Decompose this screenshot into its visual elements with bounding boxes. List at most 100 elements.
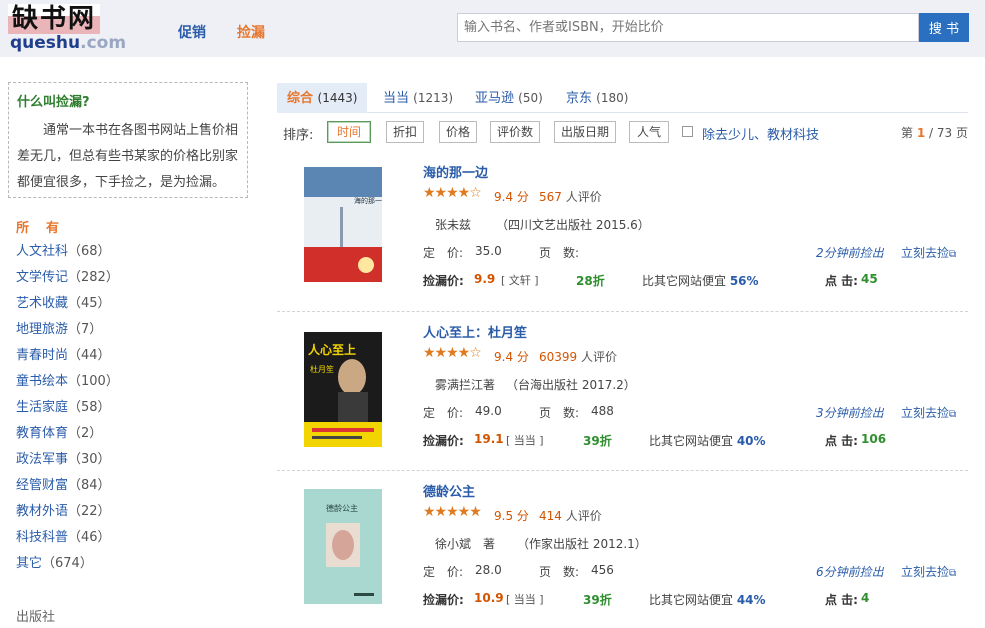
category-item[interactable]: 科技科普（46）: [16, 526, 119, 552]
go-buy-label: 立刻去捡: [901, 246, 950, 260]
tab-count: (180): [596, 91, 629, 105]
search-input[interactable]: [457, 13, 919, 42]
external-link-icon: ⧉: [949, 409, 957, 420]
rating-stars-icon: ★★★★☆: [423, 185, 482, 201]
bargain-price-label: 捡漏价:: [423, 593, 464, 607]
tab-count: (50): [518, 91, 543, 105]
clicks-label: 点 击:: [825, 434, 858, 448]
sort-pubdate-button[interactable]: 出版日期: [554, 121, 616, 143]
nav-bargains[interactable]: 捡漏: [237, 22, 265, 42]
book-cover[interactable]: 海的那一边: [304, 167, 382, 282]
list-price: 35.0: [475, 244, 502, 258]
discount: 39折: [583, 434, 612, 448]
category-count: （58）: [68, 400, 111, 415]
book-cover[interactable]: 人心至上 杜月笙: [304, 332, 382, 447]
click-count: 106: [861, 432, 887, 446]
tab-amazon[interactable]: 亚马逊 (50): [465, 83, 553, 113]
cheaper-than-others: 比其它网站便宜 44%: [649, 591, 766, 608]
review-count[interactable]: 60399 人评价: [539, 348, 617, 365]
external-link-icon: ⧉: [949, 568, 957, 579]
tab-jd[interactable]: 京东 (180): [556, 83, 638, 113]
discount: 39折: [583, 593, 612, 607]
tab-dangdang[interactable]: 当当 (1213): [373, 83, 463, 113]
review-count[interactable]: 414 人评价: [539, 507, 602, 524]
category-count: （30）: [68, 452, 111, 467]
search-button[interactable]: 搜 书: [919, 13, 969, 42]
sort-reviews-button[interactable]: 评价数: [490, 121, 540, 143]
book-item: 人心至上 杜月笙 人心至上：杜月笙 ★★★★☆ 9.4 分 60399 人评价 …: [277, 311, 968, 469]
book-publisher: （作家出版社 2012.1）: [517, 537, 647, 551]
category-name: 教育体育: [16, 426, 69, 441]
tab-label: 当当: [383, 91, 410, 106]
review-suffix: 人评价: [561, 509, 602, 523]
book-author: 徐小斌 著: [435, 537, 496, 551]
cover-title-text: 人心至上: [308, 342, 356, 357]
category-item[interactable]: 艺术收藏（45）: [16, 292, 119, 318]
category-name: 地理旅游: [16, 322, 69, 337]
exclude-kids-label[interactable]: 除去少儿、教材科技: [702, 124, 819, 143]
store-name: [ 当当 ]: [506, 434, 544, 447]
review-suffix: 人评价: [577, 350, 618, 364]
review-num: 414: [539, 509, 562, 523]
category-item[interactable]: 文学传记（282）: [16, 266, 119, 292]
clicks-label: 点 击:: [825, 593, 858, 607]
category-name: 政法军事: [16, 452, 69, 467]
category-count: （44）: [68, 348, 111, 363]
tab-all[interactable]: 综合 (1443): [277, 83, 368, 113]
cheaper-than-others: 比其它网站便宜 56%: [642, 272, 759, 289]
site-logo[interactable]: 缺书网 queshu.com: [8, 4, 133, 54]
page-count: 456: [591, 563, 614, 577]
exclude-kids-checkbox[interactable]: [682, 126, 693, 137]
sort-bar: 排序: 时间 折扣 价格 评价数 出版日期 人气 除去少儿、教材科技 第 1 /…: [277, 120, 968, 146]
book-author: 雾满拦江著: [435, 378, 496, 392]
category-count: （45）: [68, 296, 111, 311]
category-item[interactable]: 经管财富（84）: [16, 474, 119, 500]
click-count: 45: [861, 272, 878, 286]
pages-label: 页 数:: [539, 406, 580, 420]
category-item[interactable]: 青春时尚（44）: [16, 344, 119, 370]
info-title: 什么叫捡漏?: [17, 95, 90, 110]
logo-chinese: 缺书网: [8, 4, 101, 34]
book-title-link[interactable]: 人心至上：杜月笙: [423, 322, 527, 341]
book-title-link[interactable]: 海的那一边: [423, 162, 488, 181]
category-item[interactable]: 教育体育（2）: [16, 422, 119, 448]
category-item[interactable]: 教材外语（22）: [16, 500, 119, 526]
category-name: 经管财富: [16, 478, 69, 493]
category-count: （7）: [68, 322, 103, 337]
review-count[interactable]: 567 人评价: [539, 188, 602, 205]
cover-art: 海的那一边: [304, 167, 382, 282]
category-all[interactable]: 所 有: [16, 217, 61, 236]
category-item[interactable]: 人文社科（68）: [16, 240, 119, 266]
bargain-price-label: 捡漏价:: [423, 434, 464, 448]
go-buy-label: 立刻去捡: [901, 565, 950, 579]
review-suffix: 人评价: [561, 190, 602, 204]
category-item[interactable]: 生活家庭（58）: [16, 396, 119, 422]
category-name: 童书绘本: [16, 374, 69, 389]
go-buy-link[interactable]: 立刻去捡⧉: [901, 404, 956, 421]
bargain-price: 19.1: [474, 432, 504, 446]
category-count: （100）: [68, 374, 119, 389]
cheaper-prefix: 比其它网站便宜: [649, 593, 737, 607]
discount: 28折: [576, 274, 605, 288]
category-item[interactable]: 其它（674）: [16, 552, 119, 578]
sort-popularity-button[interactable]: 人气: [629, 121, 669, 143]
sort-discount-button[interactable]: 折扣: [386, 121, 424, 143]
go-buy-link[interactable]: 立刻去捡⧉: [901, 563, 956, 580]
review-num: 567: [539, 190, 562, 204]
category-list: 人文社科（68） 文学传记（282） 艺术收藏（45） 地理旅游（7） 青春时尚…: [16, 240, 119, 578]
nav-promotions[interactable]: 促销: [178, 22, 206, 42]
list-price-label: 定 价:: [423, 246, 464, 260]
tab-label: 亚马逊: [475, 91, 515, 106]
sort-time-button[interactable]: 时间: [327, 121, 371, 143]
book-cover[interactable]: 德龄公主: [304, 489, 382, 604]
category-item[interactable]: 童书绘本（100）: [16, 370, 119, 396]
cover-subtitle-text: 杜月笙: [310, 364, 334, 374]
list-price-label: 定 价:: [423, 565, 464, 579]
category-count: （22）: [68, 504, 111, 519]
book-title-link[interactable]: 德龄公主: [423, 481, 475, 500]
category-item[interactable]: 政法军事（30）: [16, 448, 119, 474]
store-name: [ 当当 ]: [506, 593, 544, 606]
sort-price-button[interactable]: 价格: [439, 121, 477, 143]
category-item[interactable]: 地理旅游（7）: [16, 318, 119, 344]
go-buy-link[interactable]: 立刻去捡⧉: [901, 244, 956, 261]
